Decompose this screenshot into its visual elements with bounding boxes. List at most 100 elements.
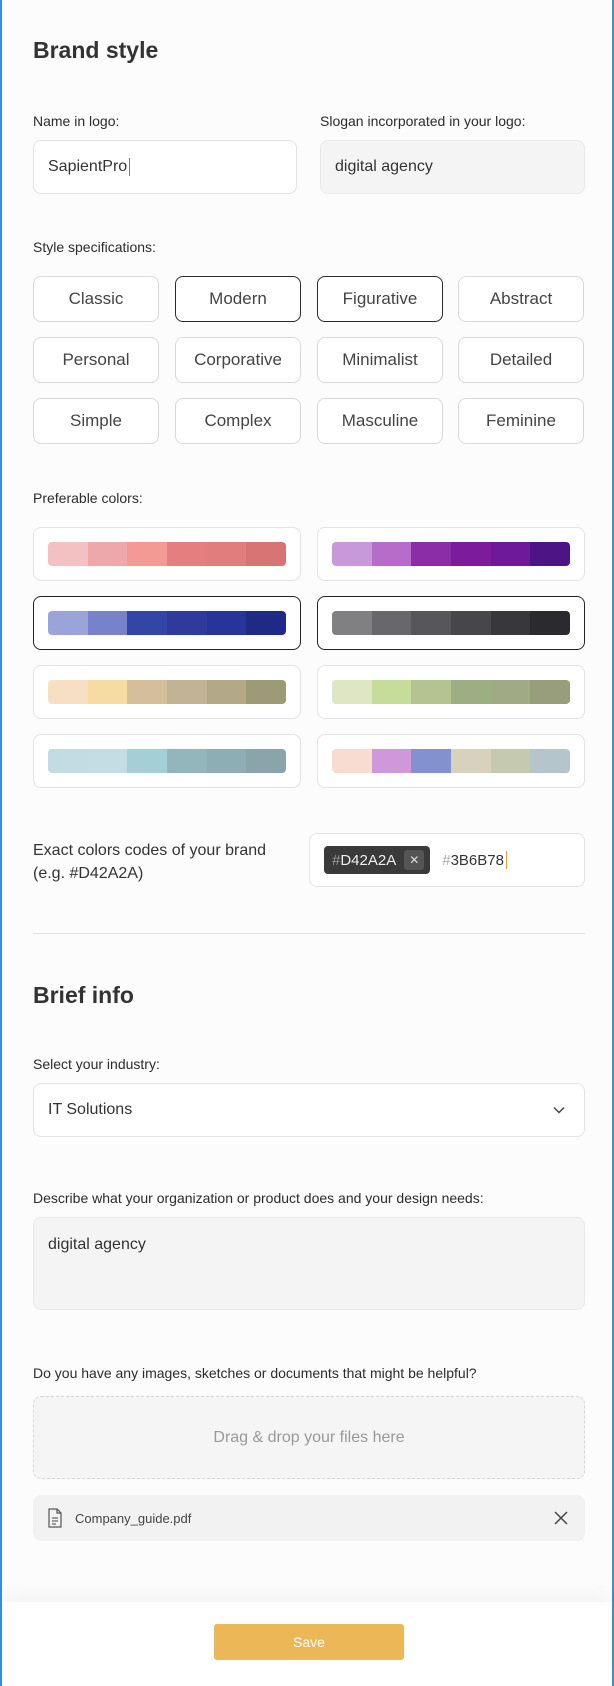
brand-brief-form: Brand style Name in logo: SapientPro Slo… xyxy=(2,0,612,1686)
color-swatch xyxy=(246,611,286,635)
color-swatch xyxy=(206,680,247,704)
palette-swatches xyxy=(48,542,286,566)
color-swatch xyxy=(332,542,372,566)
industry-value: IT Solutions xyxy=(48,1101,133,1118)
name-in-logo-value: SapientPro xyxy=(48,158,128,175)
industry-select[interactable]: IT Solutions xyxy=(33,1083,585,1137)
describe-textarea[interactable]: digital agency xyxy=(33,1217,585,1310)
color-code-value: 3B6B78 xyxy=(450,851,504,869)
color-swatch xyxy=(411,749,452,773)
remove-file-icon[interactable] xyxy=(554,1511,568,1525)
style-specifications-label: Style specifications: xyxy=(33,239,156,255)
palette-option-6[interactable] xyxy=(317,665,585,719)
color-swatch xyxy=(127,749,168,773)
color-swatch xyxy=(87,749,128,773)
palette-swatches xyxy=(332,749,570,773)
color-swatch xyxy=(87,680,128,704)
palette-option-3[interactable] xyxy=(33,596,301,650)
palette-option-5[interactable] xyxy=(33,665,301,719)
color-swatch xyxy=(48,611,88,635)
style-option-modern[interactable]: Modern xyxy=(175,276,301,322)
color-swatch xyxy=(246,680,286,704)
style-option-classic[interactable]: Classic xyxy=(33,276,159,322)
slogan-input[interactable]: digital agency xyxy=(320,140,585,194)
color-swatch xyxy=(332,680,372,704)
palette-option-8[interactable] xyxy=(317,734,585,788)
palette-swatches xyxy=(332,611,570,635)
style-option-personal[interactable]: Personal xyxy=(33,337,159,383)
color-swatch xyxy=(371,542,412,566)
color-swatch xyxy=(530,542,570,566)
slogan-value: digital agency xyxy=(335,158,433,175)
save-button[interactable]: Save xyxy=(214,1624,404,1660)
style-option-complex[interactable]: Complex xyxy=(175,398,301,444)
style-option-simple[interactable]: Simple xyxy=(33,398,159,444)
section-divider xyxy=(33,933,585,934)
style-option-detailed[interactable]: Detailed xyxy=(458,337,584,383)
slogan-label: Slogan incorporated in your logo: xyxy=(320,113,526,129)
style-option-feminine[interactable]: Feminine xyxy=(458,398,584,444)
name-in-logo-input[interactable]: SapientPro xyxy=(33,140,297,194)
chevron-down-icon xyxy=(553,1106,565,1114)
brand-style-title: Brand style xyxy=(33,37,159,63)
palette-option-4[interactable] xyxy=(317,596,585,650)
color-swatch xyxy=(451,680,491,704)
color-swatch xyxy=(411,680,452,704)
color-swatch xyxy=(332,749,372,773)
files-label: Do you have any images, sketches or docu… xyxy=(33,1365,477,1381)
color-swatch xyxy=(451,611,491,635)
palette-option-1[interactable] xyxy=(33,527,301,581)
uploaded-file-row: Company_guide.pdf xyxy=(33,1495,585,1541)
document-icon xyxy=(48,1508,62,1528)
color-swatch xyxy=(167,542,207,566)
color-swatch xyxy=(167,749,207,773)
file-name: Company_guide.pdf xyxy=(75,1510,192,1526)
palette-option-7[interactable] xyxy=(33,734,301,788)
color-swatch xyxy=(167,611,207,635)
color-code-hash: # xyxy=(442,851,451,869)
color-swatch xyxy=(127,542,168,566)
file-dropzone[interactable]: Drag & drop your files here xyxy=(33,1396,585,1479)
color-swatch xyxy=(87,542,128,566)
palette-swatches xyxy=(48,749,286,773)
color-swatch xyxy=(48,542,88,566)
color-swatch xyxy=(490,611,531,635)
color-swatch xyxy=(246,749,286,773)
color-tag: # D42A2A ✕ xyxy=(324,846,431,874)
color-swatch xyxy=(371,611,412,635)
palette-swatches xyxy=(48,611,286,635)
color-swatch xyxy=(167,680,207,704)
preferable-colors-label: Preferable colors: xyxy=(33,490,143,506)
style-option-figurative[interactable]: Figurative xyxy=(317,276,443,322)
color-swatch xyxy=(246,542,286,566)
palette-swatches xyxy=(48,680,286,704)
style-option-corporative[interactable]: Corporative xyxy=(175,337,301,383)
color-swatch xyxy=(451,542,491,566)
exact-colors-input[interactable]: # D42A2A ✕ #3B6B78 xyxy=(309,833,585,887)
brief-info-title: Brief info xyxy=(33,982,134,1008)
palette-option-2[interactable] xyxy=(317,527,585,581)
color-swatch xyxy=(411,611,452,635)
style-option-masculine[interactable]: Masculine xyxy=(317,398,443,444)
color-swatch xyxy=(48,749,88,773)
industry-label: Select your industry: xyxy=(33,1056,160,1072)
color-swatch xyxy=(127,680,168,704)
color-swatch xyxy=(371,680,412,704)
style-option-abstract[interactable]: Abstract xyxy=(458,276,584,322)
remove-tag-icon[interactable]: ✕ xyxy=(404,850,425,870)
dropzone-text: Drag & drop your files here xyxy=(213,1428,405,1446)
color-swatch xyxy=(490,749,531,773)
style-option-minimalist[interactable]: Minimalist xyxy=(317,337,443,383)
describe-label: Describe what your organization or produ… xyxy=(33,1190,484,1206)
color-swatch xyxy=(530,611,570,635)
exact-colors-label: Exact colors codes of your brand (e.g. #… xyxy=(33,842,267,882)
color-swatch xyxy=(490,680,531,704)
color-swatch xyxy=(48,680,88,704)
palette-swatches xyxy=(332,542,570,566)
color-swatch xyxy=(371,749,412,773)
color-swatch xyxy=(490,542,531,566)
color-swatch xyxy=(127,611,168,635)
color-swatch xyxy=(332,611,372,635)
color-swatch xyxy=(411,542,452,566)
text-cursor xyxy=(129,158,131,176)
